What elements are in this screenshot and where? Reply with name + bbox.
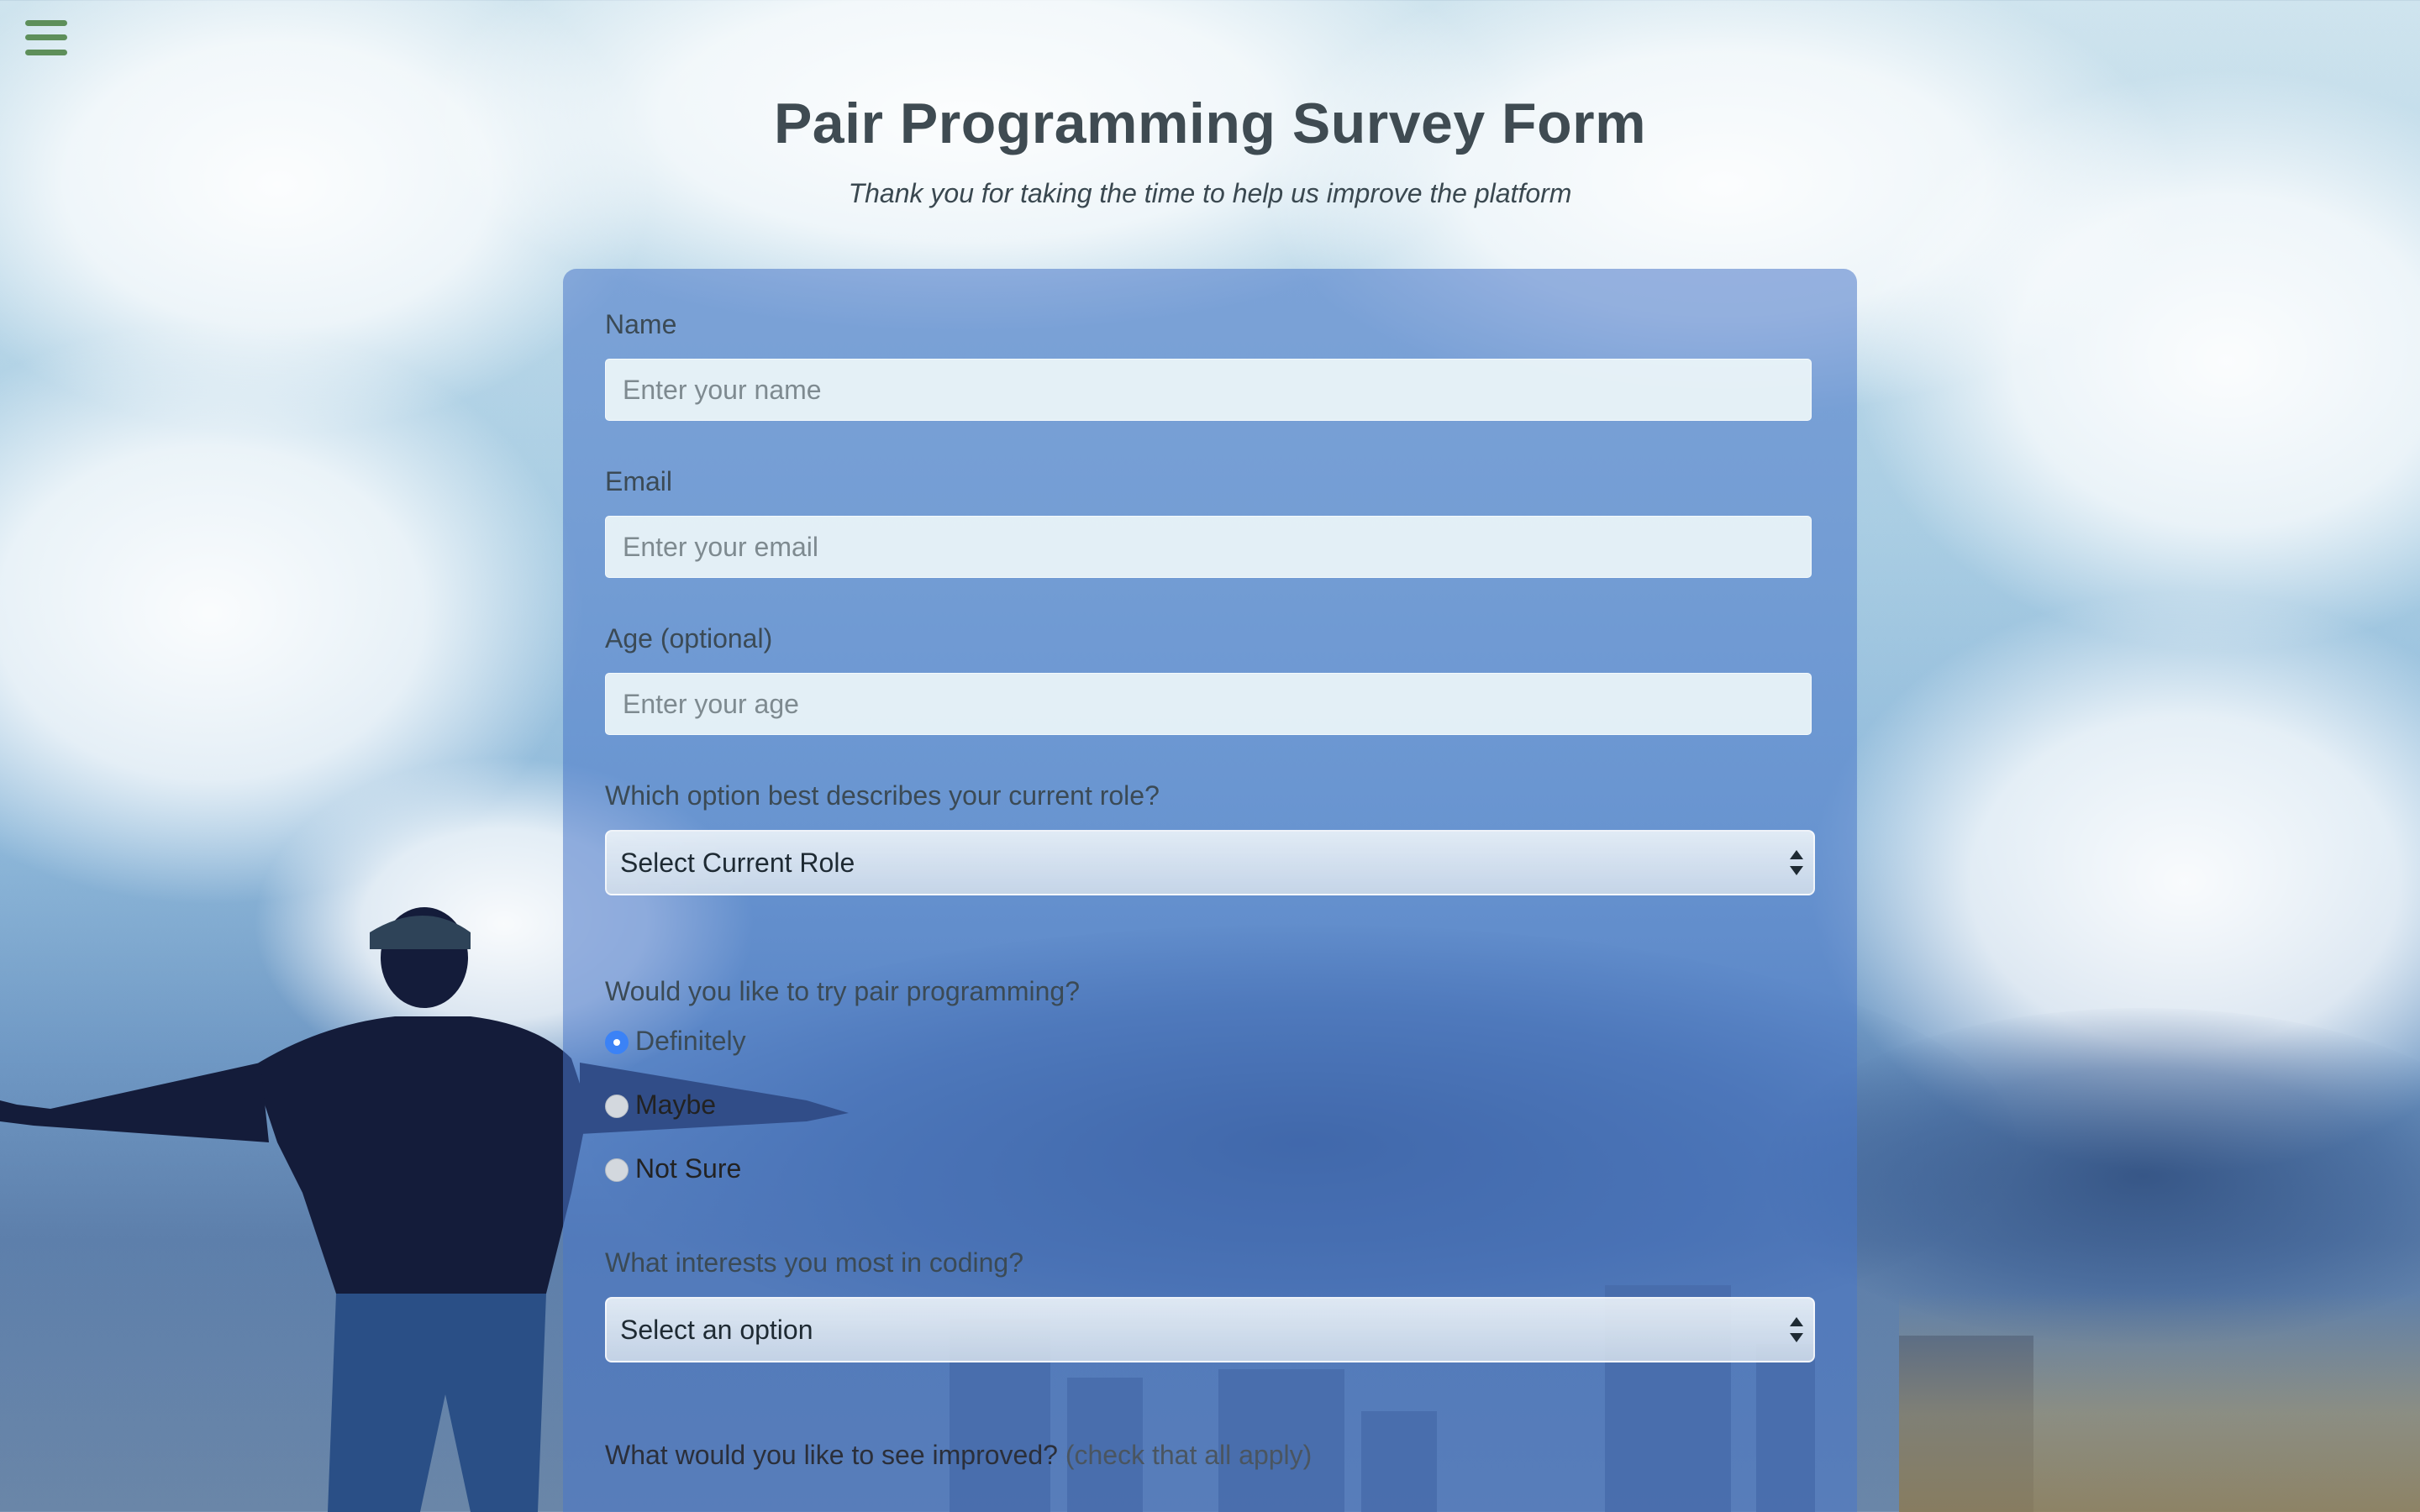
- age-field-group: Age (optional): [605, 623, 1815, 735]
- role-select-value: Select Current Role: [620, 848, 855, 878]
- pair-programming-group: Would you like to try pair programming? …: [605, 976, 1815, 1184]
- name-label: Name: [605, 309, 677, 339]
- improvements-question: What would you like to see improved?: [605, 1440, 1058, 1470]
- radio-option-label: Maybe: [635, 1089, 717, 1120]
- interests-select[interactable]: Select an option: [605, 1297, 1815, 1362]
- select-arrows-icon: [1790, 1317, 1803, 1342]
- interests-label: What interests you most in coding?: [605, 1247, 1024, 1278]
- radio-button[interactable]: [605, 1031, 629, 1054]
- page-subtitle: Thank you for taking the time to help us…: [848, 178, 1572, 208]
- radio-option-label: Not Sure: [635, 1152, 742, 1184]
- radio-button[interactable]: [605, 1158, 629, 1182]
- improvements-hint: (check that all apply): [1065, 1440, 1313, 1470]
- radio-button[interactable]: [605, 1095, 629, 1118]
- interests-field-group: What interests you most in coding? Selec…: [605, 1247, 1815, 1362]
- email-label: Email: [605, 466, 673, 496]
- email-input[interactable]: [605, 516, 1812, 578]
- role-select[interactable]: Select Current Role: [605, 830, 1815, 895]
- age-input[interactable]: [605, 673, 1812, 735]
- page-title: Pair Programming Survey Form: [773, 92, 1647, 155]
- radio-option-label: Definitely: [635, 1025, 746, 1056]
- survey-form: Name Email Age (optional) Which option b…: [563, 269, 1857, 1512]
- hamburger-menu-icon[interactable]: [25, 20, 67, 55]
- email-field-group: Email: [605, 466, 1815, 578]
- interests-select-value: Select an option: [620, 1315, 813, 1345]
- radio-option-not-sure[interactable]: Not Sure: [605, 1153, 1815, 1184]
- select-arrows-icon: [1790, 850, 1803, 875]
- role-label: Which option best describes your current…: [605, 780, 1160, 811]
- improvements-label: What would you like to see improved? (ch…: [605, 1440, 1815, 1471]
- name-input[interactable]: [605, 359, 1812, 421]
- radio-option-maybe[interactable]: Maybe: [605, 1089, 1815, 1120]
- name-field-group: Name: [605, 309, 1815, 421]
- pair-programming-label: Would you like to try pair programming?: [605, 976, 1080, 1006]
- page-header: Pair Programming Survey Form Thank you f…: [0, 91, 2420, 209]
- role-field-group: Which option best describes your current…: [605, 780, 1815, 895]
- age-label: Age (optional): [605, 623, 773, 654]
- radio-option-definitely[interactable]: Definitely: [605, 1026, 1815, 1056]
